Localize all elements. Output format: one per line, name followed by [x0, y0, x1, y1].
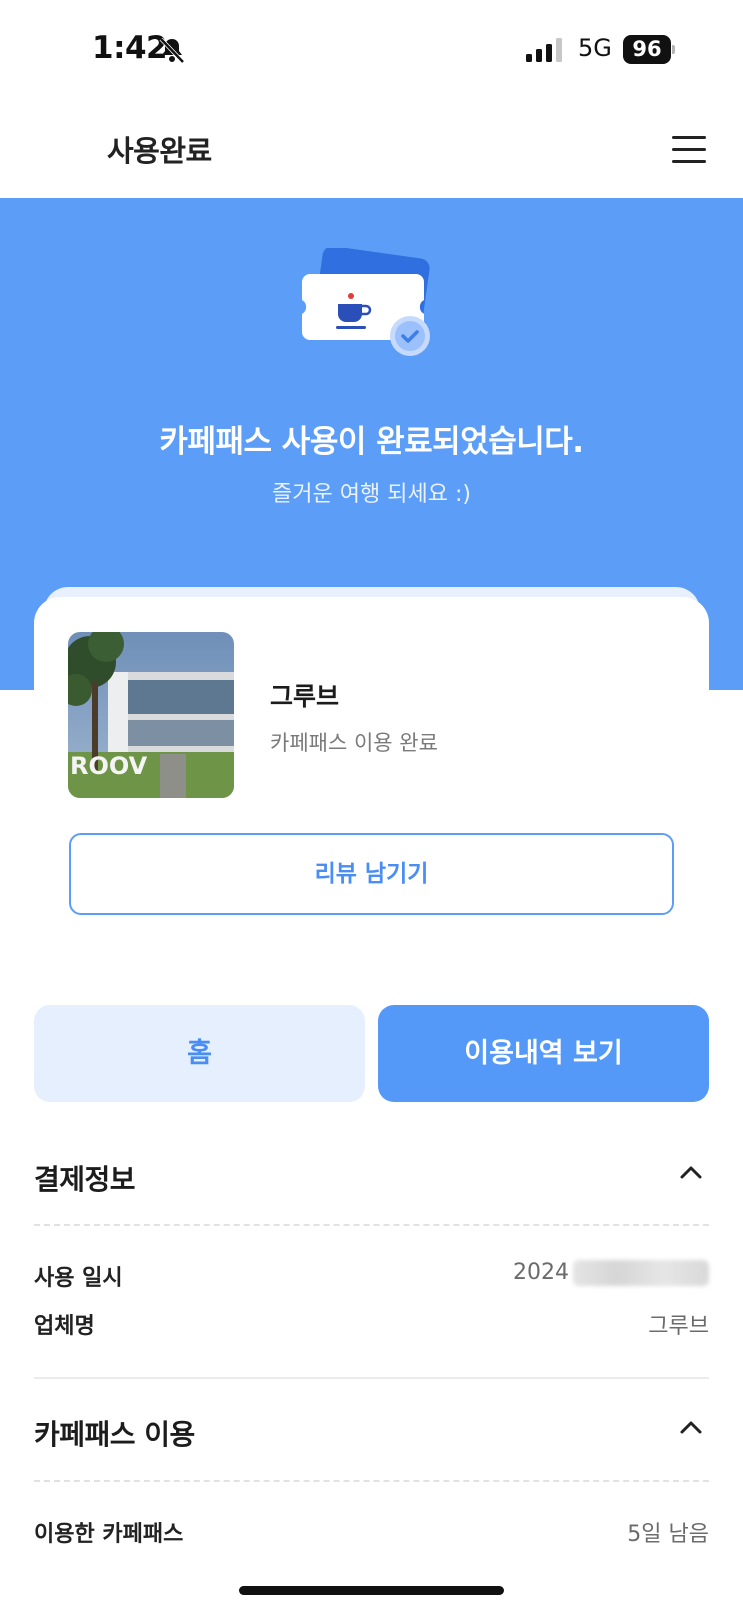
- info-value: 그루브: [648, 1314, 709, 1339]
- network-label: 5G: [578, 34, 612, 62]
- info-label: 업체명: [34, 1314, 95, 1339]
- venue-sign-text: ROOV: [70, 752, 148, 780]
- completion-subtitle: 즐거운 여행 되세요 :): [272, 482, 471, 507]
- section-divider: [34, 1480, 709, 1482]
- venue-name: 그루브: [270, 682, 340, 711]
- page-title: 사용완료: [107, 134, 212, 168]
- info-row-vendor: 업체명 그루브: [34, 1304, 709, 1344]
- info-label: 사용 일시: [34, 1266, 123, 1291]
- usage-date-value: 2024: [513, 1260, 569, 1285]
- signal-icon: [526, 38, 562, 62]
- chevron-up-icon[interactable]: [679, 1419, 703, 1435]
- chevron-up-icon[interactable]: [679, 1164, 703, 1180]
- home-indicator: [239, 1586, 504, 1595]
- redacted-blur: [573, 1260, 709, 1286]
- section-separator: [34, 1377, 709, 1379]
- write-review-button[interactable]: 리뷰 남기기: [69, 833, 674, 915]
- info-label: 이용한 카페패스: [34, 1522, 184, 1547]
- battery-icon: 96: [623, 35, 675, 64]
- cafepass-section-header[interactable]: 카페패스 이용: [34, 1405, 709, 1465]
- info-row-usage-date: 사용 일시 2024: [34, 1256, 709, 1296]
- bell-slash-icon: [159, 37, 185, 64]
- home-button[interactable]: 홈: [34, 1005, 365, 1102]
- info-value: 5일 남음: [627, 1522, 709, 1547]
- payment-section-title: 결제정보: [34, 1163, 136, 1196]
- hamburger-menu-icon[interactable]: [668, 132, 708, 168]
- coffee-ticket-check-icon: [302, 248, 430, 356]
- info-value-usage-date: 2024: [513, 1260, 709, 1286]
- status-time: 1:42: [92, 30, 168, 66]
- section-divider: [34, 1224, 709, 1226]
- info-row-cafepass-used: 이용한 카페패스 5일 남음: [34, 1512, 709, 1552]
- venue-thumbnail: ROOV: [68, 632, 234, 798]
- view-history-button[interactable]: 이용내역 보기: [378, 1005, 709, 1102]
- venue-card: ROOV 그루브 카페패스 이용 완료 리뷰 남기기: [34, 597, 709, 937]
- nav-bar: 사용완료: [0, 100, 743, 198]
- venue-status: 카페패스 이용 완료: [270, 731, 438, 755]
- payment-section-header[interactable]: 결제정보: [34, 1150, 709, 1210]
- completion-message: 카페패스 사용이 완료되었습니다.: [159, 424, 584, 460]
- status-bar: 1:42 5G 96: [0, 0, 743, 100]
- battery-level: 96: [632, 37, 662, 61]
- cafepass-section-title: 카페패스 이용: [34, 1418, 195, 1451]
